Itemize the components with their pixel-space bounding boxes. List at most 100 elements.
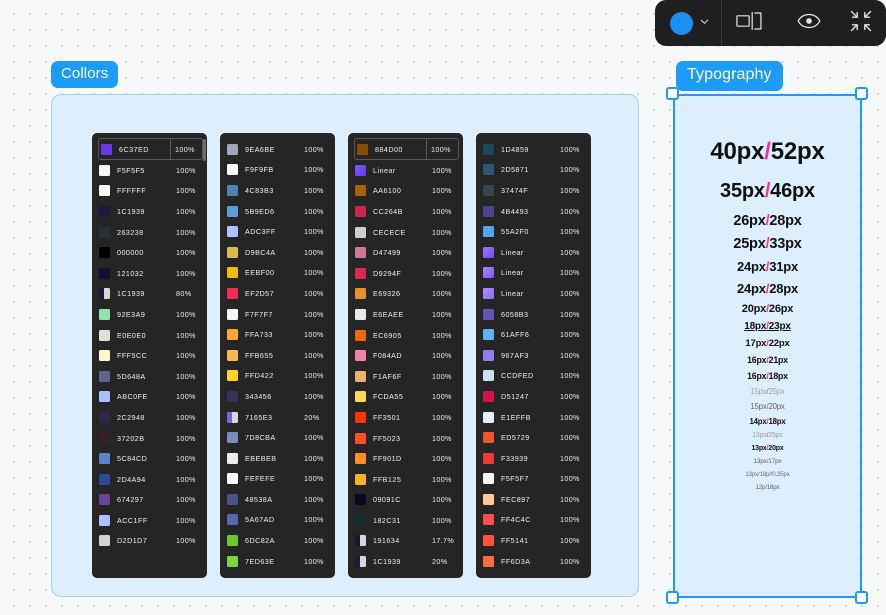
color-row[interactable]: FF5023 100%	[348, 428, 463, 449]
color-row[interactable]: 5C84CD 100%	[92, 448, 207, 469]
color-swatch[interactable]	[483, 370, 494, 382]
color-swatch[interactable]	[355, 185, 366, 197]
color-row[interactable]: 182C31 100%	[348, 510, 463, 531]
color-swatch[interactable]	[355, 226, 366, 238]
color-row[interactable]: FFB655 100%	[220, 345, 335, 366]
color-row[interactable]: FFB125 100%	[348, 469, 463, 490]
color-row[interactable]: FFD422 100%	[220, 366, 335, 387]
color-swatch[interactable]	[355, 514, 366, 526]
color-swatch[interactable]	[355, 494, 366, 506]
section-label-colors[interactable]: Collors	[51, 61, 119, 88]
color-row[interactable]: FF4C4C 100%	[476, 510, 591, 531]
color-swatch[interactable]	[357, 143, 368, 155]
color-row[interactable]: 48538A 100%	[220, 489, 335, 510]
color-swatch[interactable]	[355, 411, 366, 423]
color-swatch[interactable]	[99, 411, 110, 423]
color-row[interactable]: 61AFF6 100%	[476, 324, 591, 345]
color-list-scrollbar[interactable]	[202, 139, 206, 161]
color-row[interactable]: 4B4493 100%	[476, 201, 591, 222]
color-row[interactable]: Linear 100%	[476, 242, 591, 263]
color-swatch[interactable]	[355, 267, 366, 279]
color-swatch[interactable]	[227, 432, 238, 444]
color-row[interactable]: FF5141 100%	[476, 530, 591, 551]
color-swatch[interactable]	[99, 247, 110, 259]
typography-spec[interactable]: 40px/52px	[710, 138, 824, 166]
color-swatch[interactable]	[483, 514, 494, 526]
color-row[interactable]: E69326 100%	[348, 284, 463, 305]
color-row[interactable]: D2D1D7 100%	[92, 531, 207, 552]
color-row[interactable]: 09091C 100%	[348, 490, 463, 511]
color-row[interactable]: 1C1939 100%	[92, 201, 207, 222]
color-swatch[interactable]	[355, 370, 366, 382]
color-swatch[interactable]	[483, 473, 494, 485]
typography-spec[interactable]: 24px/31px	[737, 259, 798, 274]
toolbar-color-group[interactable]	[655, 0, 722, 46]
typography-spec[interactable]: 16px/21px	[747, 355, 788, 365]
color-row[interactable]: 7D8CBA 100%	[220, 427, 335, 448]
color-row[interactable]: 343456 100%	[220, 386, 335, 407]
color-swatch[interactable]	[227, 349, 238, 361]
color-row[interactable]: ACC1FF 100%	[92, 510, 207, 531]
typography-spec[interactable]: 13px/25px	[752, 432, 783, 439]
design-canvas[interactable]: Collors 6C37ED 100% F5F5F5 100% FFFFFF 100% 1C…	[0, 0, 886, 615]
collapse-button[interactable]	[836, 0, 886, 46]
color-swatch[interactable]	[227, 514, 238, 526]
color-swatch[interactable]	[227, 267, 238, 279]
color-swatch[interactable]	[483, 308, 494, 320]
color-swatch[interactable]	[99, 288, 110, 300]
typography-frame[interactable]: 40px/52px 35px/46px 26px/28px 25px/33px 24px…	[673, 94, 862, 598]
color-row[interactable]: 5B9ED6 100%	[220, 201, 335, 222]
color-row[interactable]: D9BC4A 100%	[220, 242, 335, 263]
color-row[interactable]: F33939 100%	[476, 448, 591, 469]
chevron-down-icon[interactable]	[699, 14, 710, 32]
color-row[interactable]: FFA733 100%	[220, 324, 335, 345]
color-swatch[interactable]	[355, 391, 366, 403]
color-row[interactable]: 92E3A9 100%	[92, 304, 207, 325]
color-swatch[interactable]	[99, 267, 110, 279]
color-row[interactable]: FF6D3A 100%	[476, 551, 591, 572]
color-swatch[interactable]	[355, 329, 366, 341]
color-swatch[interactable]	[227, 205, 238, 217]
floating-toolbar[interactable]	[655, 0, 886, 46]
section-label-typography[interactable]: Typography	[676, 61, 783, 91]
color-row[interactable]: 263238 100%	[92, 222, 207, 243]
color-swatch[interactable]	[483, 205, 494, 217]
resize-handle-bottom-right[interactable]	[855, 591, 868, 604]
color-swatch[interactable]	[99, 453, 110, 465]
color-row[interactable]: E6EAEE 100%	[348, 304, 463, 325]
color-row[interactable]: 6DC82A 100%	[220, 530, 335, 551]
typography-spec[interactable]: 15px/20px	[750, 402, 784, 411]
color-swatch[interactable]	[99, 164, 110, 176]
color-swatch[interactable]	[99, 514, 110, 526]
color-swatch[interactable]	[99, 391, 110, 403]
color-swatch[interactable]	[483, 267, 494, 279]
color-row[interactable]: 7ED63E 100%	[220, 551, 335, 572]
color-row[interactable]: ED5729 100%	[476, 427, 591, 448]
colors-frame[interactable]: 6C37ED 100% F5F5F5 100% FFFFFF 100% 1C1939 100%…	[51, 94, 639, 597]
color-swatch[interactable]	[227, 287, 238, 299]
color-row[interactable]: ABC0FE 100%	[92, 387, 207, 408]
color-row[interactable]: Linear 100%	[476, 263, 591, 284]
typography-spec[interactable]: 18px/23px	[744, 321, 791, 332]
color-row[interactable]: 7165E3 20%	[220, 407, 335, 428]
color-swatch[interactable]	[483, 164, 494, 176]
color-swatch[interactable]	[227, 308, 238, 320]
color-row[interactable]: 967AF3 100%	[476, 345, 591, 366]
typography-spec[interactable]: 15px/25px	[750, 387, 784, 396]
resize-handle-top-right[interactable]	[855, 87, 868, 100]
circle-swatch-icon[interactable]	[670, 11, 693, 35]
color-row[interactable]: AA6100 100%	[348, 181, 463, 202]
color-row[interactable]: 55A2F0 100%	[476, 221, 591, 242]
typography-spec[interactable]: 17px/22px	[745, 338, 789, 349]
color-swatch[interactable]	[483, 452, 494, 464]
color-row[interactable]: FFFFFF 100%	[92, 181, 207, 202]
color-swatch[interactable]	[99, 432, 110, 444]
resize-handle-bottom-left[interactable]	[666, 591, 679, 604]
color-swatch[interactable]	[355, 556, 366, 568]
typography-spec[interactable]: 12p/16px	[756, 484, 780, 491]
color-swatch[interactable]	[483, 411, 494, 423]
color-swatch[interactable]	[99, 473, 110, 485]
color-row[interactable]: Linear 100%	[476, 283, 591, 304]
resize-handle-top-left[interactable]	[666, 87, 679, 100]
color-swatch[interactable]	[355, 473, 366, 485]
